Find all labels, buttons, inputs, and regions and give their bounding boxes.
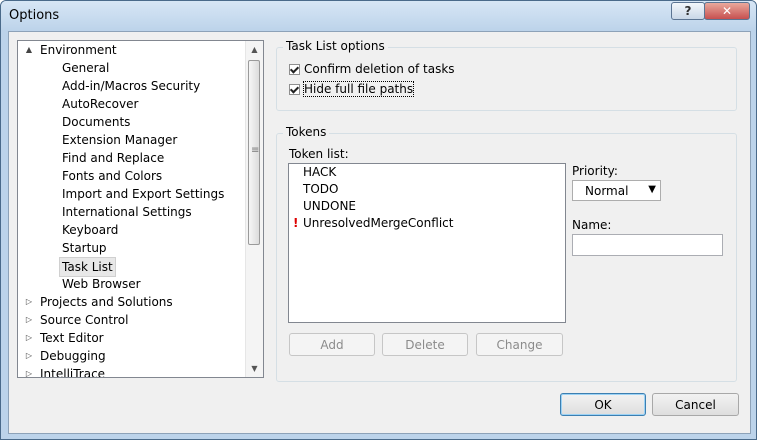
tree-item[interactable]: Fonts and Colors (18, 167, 246, 185)
help-button[interactable]: ? (671, 2, 705, 20)
ok-button[interactable]: OK (560, 393, 646, 416)
expanded-arrow-icon[interactable]: ▲ (24, 41, 34, 59)
tree-item[interactable]: Import and Export Settings (18, 185, 246, 203)
tree-item-label: Extension Manager (62, 133, 178, 147)
tree-scrollbar[interactable]: ▲ ≡ ▼ (245, 41, 263, 377)
tree-item[interactable]: Startup (18, 239, 246, 257)
tree-item-label: Fonts and Colors (62, 169, 163, 183)
tree-item-label: Find and Replace (62, 151, 165, 165)
tree-item-label: Environment (40, 43, 117, 57)
tree-item[interactable]: Task List (18, 257, 246, 277)
collapsed-arrow-icon[interactable]: ▷ (24, 311, 34, 329)
tree-item[interactable]: International Settings (18, 203, 246, 221)
title-bar[interactable]: Options ? ✕ (1, 1, 756, 31)
tree-item-label: Import and Export Settings (62, 187, 225, 201)
close-button[interactable]: ✕ (704, 2, 750, 20)
priority-dropdown[interactable]: Normal ▼ (572, 180, 661, 201)
tree-item[interactable]: Find and Replace (18, 149, 246, 167)
tree-item-label: Keyboard (62, 223, 119, 237)
token-list-label: Token list: (289, 147, 349, 161)
cancel-button[interactable]: Cancel (652, 393, 739, 416)
window-title: Options (9, 8, 60, 23)
tree-item-label: Documents (62, 115, 131, 129)
tree-item[interactable]: Extension Manager (18, 131, 246, 149)
tree-item-label: AutoRecover (62, 97, 139, 111)
tree-item[interactable]: ▷ IntelliTrace (18, 365, 246, 378)
token-label: UNDONE (303, 199, 357, 213)
scroll-up-icon[interactable]: ▲ (246, 41, 263, 58)
tree-item-label: General (62, 61, 110, 75)
token-list-item[interactable]: ! UnresolvedMergeConflict (289, 215, 565, 232)
collapsed-arrow-icon[interactable]: ▷ (24, 329, 34, 347)
hide-full-paths-label: Hide full file paths (302, 81, 415, 97)
delete-button[interactable]: Delete (382, 333, 468, 356)
tree-item[interactable]: Add-in/Macros Security (18, 77, 246, 95)
task-list-options-group: Task List options (276, 39, 737, 111)
tree-item[interactable]: AutoRecover (18, 95, 246, 113)
hide-full-paths-check-icon (289, 83, 300, 95)
hide-full-paths-checkbox[interactable]: Hide full file paths (289, 81, 415, 97)
collapsed-arrow-icon[interactable]: ▷ (24, 347, 34, 365)
confirm-deletion-label: Confirm deletion of tasks (304, 62, 455, 76)
token-label: UnresolvedMergeConflict (303, 216, 454, 230)
tree-item[interactable]: ▷ Source Control (18, 311, 246, 329)
tree-item[interactable]: General (18, 59, 246, 77)
token-label: TODO (303, 182, 339, 196)
name-input[interactable] (572, 234, 723, 256)
token-list-item[interactable]: HACK (289, 164, 565, 181)
tree-item[interactable]: ▲ Environment (18, 41, 246, 59)
tree-item-label: Add-in/Macros Security (62, 79, 201, 93)
change-button[interactable]: Change (476, 333, 563, 356)
tree-list: ▲ Environment General Add-in/Macros Securit… (18, 41, 246, 378)
tree-item[interactable]: ▷ Projects and Solutions (18, 293, 246, 311)
priority-label: Priority: (572, 164, 618, 178)
tree-item-label: International Settings (62, 205, 192, 219)
tree-item[interactable]: Documents (18, 113, 246, 131)
task-list-options-title: Task List options (283, 39, 388, 53)
options-dialog: Options ? ✕ ▲ Environment General Add-in/Ma… (0, 0, 757, 440)
token-list-item[interactable]: TODO (289, 181, 565, 198)
confirm-deletion-check-icon (289, 63, 300, 75)
tree-item[interactable]: Web Browser (18, 275, 246, 293)
scroll-thumb[interactable]: ≡ (248, 60, 260, 245)
tree-item-label: Task List (59, 257, 116, 277)
tree-item[interactable]: ▷ Text Editor (18, 329, 246, 347)
grip-icon: ≡ (251, 145, 260, 156)
priority-value: Normal (585, 184, 629, 198)
add-button[interactable]: Add (289, 333, 375, 356)
tokens-title: Tokens (283, 125, 330, 139)
tree-item[interactable]: ▷ Debugging (18, 347, 246, 365)
dialog-body: ▲ Environment General Add-in/Macros Securit… (8, 31, 751, 434)
options-tree[interactable]: ▲ Environment General Add-in/Macros Securit… (17, 40, 264, 378)
token-list-item[interactable]: UNDONE (289, 198, 565, 215)
tree-item-label: Web Browser (62, 277, 141, 291)
token-label: HACK (303, 165, 337, 179)
tree-item-label: Startup (62, 241, 107, 255)
scroll-down-icon[interactable]: ▼ (246, 360, 263, 377)
chevron-down-icon: ▼ (648, 184, 656, 195)
tree-item-label: IntelliTrace (40, 367, 106, 378)
title-buttons: ? ✕ (671, 2, 750, 20)
collapsed-arrow-icon[interactable]: ▷ (24, 293, 34, 311)
warning-icon: ! (293, 216, 299, 230)
tree-item-label: Source Control (40, 313, 129, 327)
confirm-deletion-checkbox[interactable]: Confirm deletion of tasks (289, 62, 455, 76)
tree-item[interactable]: Keyboard (18, 221, 246, 239)
name-label: Name: (572, 218, 612, 232)
tree-item-label: Text Editor (40, 331, 104, 345)
collapsed-arrow-icon[interactable]: ▷ (24, 365, 34, 377)
tree-item-label: Debugging (40, 349, 106, 363)
tree-item-label: Projects and Solutions (40, 295, 173, 309)
token-list[interactable]: HACK TODO UNDONE! UnresolvedMergeConflict (288, 163, 566, 323)
